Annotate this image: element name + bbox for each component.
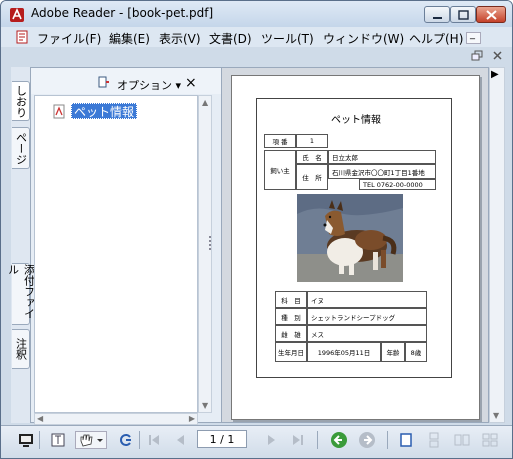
scroll-right-arrow-icon[interactable]: ▶: [189, 414, 195, 423]
app-window: Adobe Reader - [book-pet.pdf] ファイル(F) 編集…: [0, 0, 513, 459]
last-page-icon: [293, 435, 303, 445]
page-number-field[interactable]: 1 / 1: [197, 430, 247, 448]
hand-icon: [80, 434, 103, 447]
previous-page-icon: [177, 435, 184, 445]
menu-window[interactable]: ウィンドウ(W): [323, 30, 404, 47]
tab-bookmarks[interactable]: しおり: [12, 81, 30, 121]
menu-document[interactable]: 文書(D): [209, 30, 252, 47]
family-label: 科 目: [275, 291, 307, 308]
previous-page-button[interactable]: [171, 431, 189, 449]
restore-icon[interactable]: [469, 49, 486, 63]
text-select-icon: [51, 433, 65, 447]
continuous-icon: [429, 432, 439, 448]
single-page-button[interactable]: [397, 431, 415, 449]
back-arrow-icon: [331, 432, 347, 448]
document-close-icon[interactable]: [489, 49, 506, 63]
single-page-icon: [400, 433, 412, 447]
close-button[interactable]: [476, 6, 506, 23]
next-page-button[interactable]: [263, 431, 281, 449]
menu-file[interactable]: ファイル(F): [37, 30, 101, 47]
forward-view-button[interactable]: [357, 431, 377, 449]
hand-tool-button[interactable]: [75, 431, 107, 449]
scroll-left-arrow-icon[interactable]: ◀: [37, 414, 43, 423]
address-value: 石川県金沢市〇〇町1丁目1番地: [328, 164, 436, 179]
age-label: 年齢: [381, 342, 405, 362]
breed-label: 種 別: [275, 308, 307, 325]
sex-value: メス: [307, 325, 427, 342]
document-minimize-button[interactable]: _: [466, 29, 481, 44]
sex-label: 雌 雄: [275, 325, 307, 342]
menu-bar: ファイル(F) 編集(E) 表示(V) 文書(D) ツール(T) ウィンドウ(W…: [1, 27, 512, 47]
nav-horizontal-scrollbar[interactable]: ◀ ▶: [34, 413, 198, 425]
continuous-button[interactable]: [425, 431, 443, 449]
name-label: 氏 名: [296, 150, 328, 164]
adobe-reader-icon: [10, 8, 24, 22]
toolbar-separator: [139, 431, 140, 449]
facing-button[interactable]: [453, 431, 471, 449]
menu-tools[interactable]: ツール(T): [261, 30, 314, 47]
back-view-button[interactable]: [329, 431, 349, 449]
window-title: Adobe Reader - [book-pet.pdf]: [31, 6, 214, 20]
facing-pages-icon: [454, 434, 470, 446]
tab-comments[interactable]: 注釈: [12, 329, 30, 369]
item-no-value: 1: [296, 134, 328, 148]
document-icon: [16, 30, 28, 44]
monitor-icon: [19, 434, 33, 447]
maximize-icon: [458, 10, 469, 20]
nav-vertical-scrollbar[interactable]: ▲ ▼: [198, 95, 212, 413]
show-navigation-button[interactable]: [17, 431, 35, 449]
menu-edit[interactable]: 編集(E): [109, 30, 150, 47]
bookmark-item[interactable]: ペット情報: [71, 103, 138, 119]
scroll-up-arrow-icon[interactable]: ▲: [202, 98, 208, 107]
dog-photo: [297, 194, 403, 282]
birth-value: 1996年05月11日: [307, 342, 381, 362]
age-value: 8歳: [405, 342, 427, 362]
forward-arrow-icon: [359, 432, 375, 448]
close-icon: [486, 10, 497, 20]
item-no-label: 項 番: [264, 134, 296, 148]
toolbar-separator: [39, 431, 40, 449]
pane-splitter-handle[interactable]: [207, 233, 213, 253]
owner-label: 飼い主: [264, 150, 296, 190]
next-page-icon: [268, 435, 275, 445]
name-value: 日立太郎: [328, 150, 436, 164]
menu-view[interactable]: 表示(V): [159, 30, 201, 47]
nav-close-icon[interactable]: ×: [185, 75, 197, 91]
document-vertical-scrollbar[interactable]: ▼: [489, 67, 505, 423]
continuous-facing-button[interactable]: [481, 431, 499, 449]
rotate-icon: [120, 434, 131, 446]
menu-help[interactable]: ヘルプ(H): [409, 30, 463, 47]
select-tool-button[interactable]: [49, 431, 67, 449]
first-page-icon: [149, 435, 159, 445]
bookmark-icon: [53, 104, 65, 119]
page-arrow-icon[interactable]: ▶: [491, 69, 499, 80]
last-page-button[interactable]: [289, 431, 307, 449]
toolbar-separator: [317, 431, 318, 449]
tel-value: TEL 0762-00-0000: [359, 179, 436, 190]
breed-value: シェットランドシープドッグ: [307, 308, 427, 325]
tab-pages[interactable]: ページ: [12, 127, 30, 169]
family-value: イヌ: [307, 291, 427, 308]
toolbar-separator: [387, 431, 388, 449]
continuous-facing-icon: [482, 433, 498, 447]
tab-attachments[interactable]: 添付ファイル: [7, 263, 36, 325]
birth-label: 生年月日: [275, 342, 307, 362]
options-button[interactable]: オプション ▾: [117, 77, 181, 93]
form-title: ペット情報: [331, 115, 381, 126]
options-icon: [98, 76, 109, 88]
maximize-button[interactable]: [450, 6, 476, 23]
fit-page-button[interactable]: [117, 431, 135, 449]
doc-scroll-down-arrow-icon[interactable]: ▼: [493, 411, 499, 420]
address-label: 住 所: [296, 164, 328, 190]
minimize-button[interactable]: [424, 6, 450, 23]
bookmark-list: [34, 95, 198, 413]
first-page-button[interactable]: [145, 431, 163, 449]
scroll-down-arrow-icon[interactable]: ▼: [202, 401, 208, 410]
minimize-icon: [433, 17, 442, 19]
